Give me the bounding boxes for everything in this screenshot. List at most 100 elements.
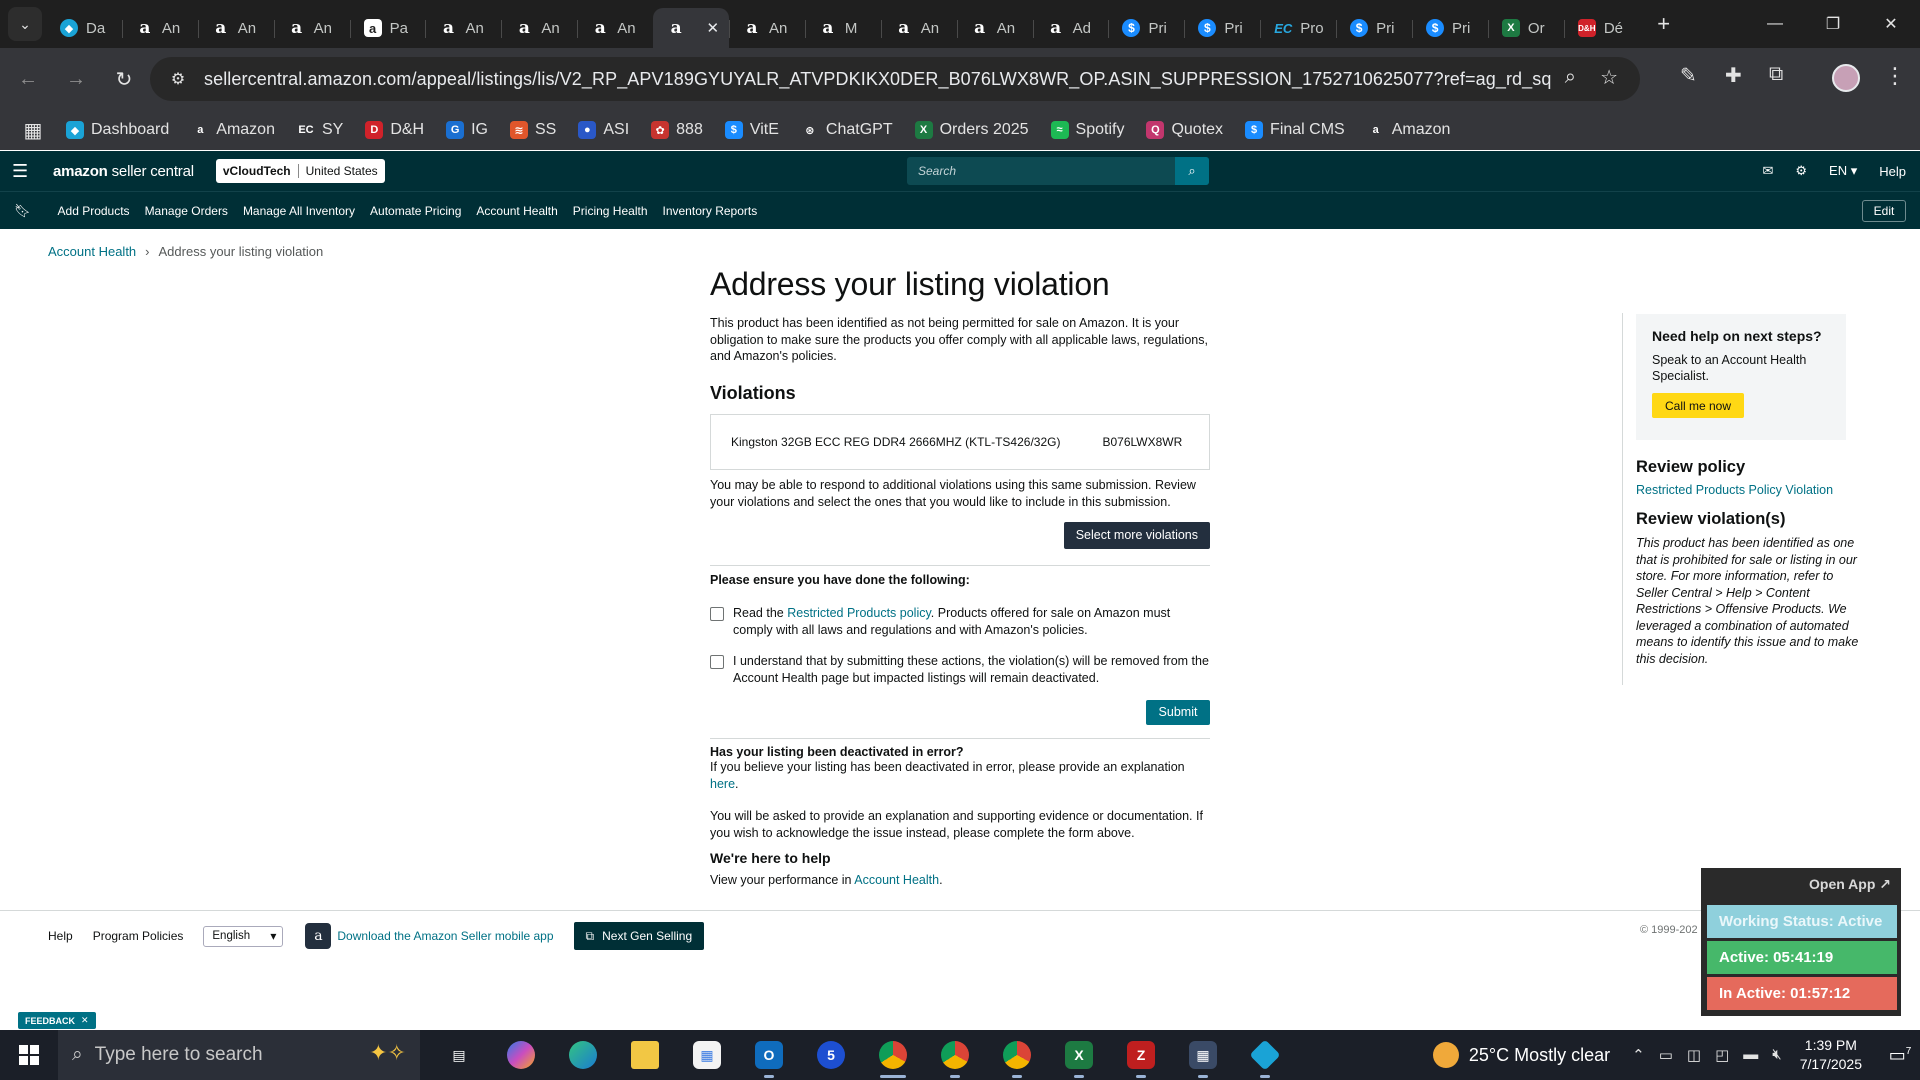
system-clock[interactable]: 1:39 PM 7/17/2025	[1800, 1036, 1862, 1074]
bookmark-item[interactable]: $ Final CMS	[1245, 121, 1345, 139]
filezilla-icon[interactable]: Z	[1110, 1030, 1172, 1080]
battery-icon[interactable]: ▬	[1743, 1046, 1758, 1064]
browser-tab[interactable]: aM	[804, 8, 881, 48]
browser-tab[interactable]: X Or	[1487, 8, 1564, 48]
extension-puzzle-blue-icon[interactable]: ✚	[1725, 63, 1742, 88]
taskbar-search-input[interactable]: Type here to search	[95, 1044, 263, 1066]
browser-tab[interactable]: a An	[121, 8, 198, 48]
browser-tab[interactable]: a Pa	[349, 8, 426, 48]
call-me-now-button[interactable]: Call me now	[1652, 393, 1744, 418]
close-window-icon[interactable]: ✕	[1862, 0, 1920, 48]
tab-search-button[interactable]: ⌄	[8, 7, 42, 41]
submit-button[interactable]: Submit	[1146, 699, 1210, 725]
select-more-violations-button[interactable]: Select more violations	[1063, 521, 1210, 549]
seller-app-icon[interactable]	[1234, 1030, 1296, 1080]
browser-tab[interactable]: a An	[956, 8, 1033, 48]
bookmark-item[interactable]: a Amazon	[191, 121, 275, 139]
browser-tab[interactable]: a An	[273, 8, 350, 48]
footer-language-select[interactable]: English	[203, 925, 284, 947]
copilot-icon[interactable]	[490, 1030, 552, 1080]
breadcrumb-account-health[interactable]: Account Health	[48, 244, 136, 259]
bookmark-item[interactable]: ⊛ ChatGPT	[800, 121, 893, 139]
browser-tab[interactable]: ◆ Da	[46, 8, 122, 48]
back-button[interactable]: ←	[8, 59, 48, 99]
zoom-icon[interactable]: ⌕	[1565, 66, 1576, 89]
hamburger-menu-icon[interactable]: ☰	[12, 161, 30, 182]
chrome-icon[interactable]	[862, 1030, 924, 1080]
gear-icon[interactable]: ⚙	[1795, 163, 1807, 179]
browser-tab[interactable]: $ Pri	[1184, 8, 1260, 48]
restricted-products-policy-link[interactable]: Restricted Products policy	[787, 606, 931, 620]
browser-tab[interactable]: a An	[880, 8, 957, 48]
task-view-icon[interactable]: ▤	[428, 1030, 490, 1080]
footer-help-link[interactable]: Help	[48, 929, 73, 943]
browser-tab[interactable]: a An	[425, 8, 501, 48]
account-health-link[interactable]: Account Health	[854, 873, 939, 887]
chevron-up-icon[interactable]: ⌃	[1632, 1046, 1645, 1064]
browser-tab[interactable]: a An	[197, 8, 274, 48]
extension-feather-icon[interactable]: ✎	[1680, 63, 1697, 88]
browser-menu-icon[interactable]: ⋮	[1884, 63, 1906, 89]
program-policies-link[interactable]: Program Policies	[93, 929, 184, 943]
app-5-icon[interactable]: 5	[800, 1030, 862, 1080]
site-info-icon[interactable]: ⚙	[158, 69, 198, 89]
seller-central-logo[interactable]: amazon seller central	[53, 163, 194, 180]
reload-button[interactable]: ↻	[104, 59, 144, 99]
policy-checkbox[interactable]	[710, 606, 724, 621]
chrome-second-icon[interactable]	[986, 1030, 1048, 1080]
meet-icon[interactable]: ◫	[1687, 1046, 1701, 1064]
excel-icon[interactable]: X	[1048, 1030, 1110, 1080]
nav-link[interactable]: Automate Pricing	[370, 204, 461, 218]
browser-tab[interactable]: a An	[729, 8, 805, 48]
search-button[interactable]: ⌕	[1175, 157, 1209, 185]
download-app-link[interactable]: Download the Amazon Seller mobile app	[337, 929, 553, 943]
open-app-button[interactable]: Open App ↗	[1809, 876, 1891, 893]
bookmark-item[interactable]: X Orders 2025	[914, 121, 1029, 139]
bookmark-item[interactable]: Q Quotex	[1146, 121, 1223, 139]
browser-tab[interactable]: EC Pro	[1260, 8, 1336, 48]
taskbar-search[interactable]: ⌕ Type here to search ✦✧	[58, 1030, 420, 1080]
screen-capture-icon[interactable]: ◰	[1715, 1046, 1729, 1064]
store-selector[interactable]: vCloudTech United States	[215, 159, 385, 183]
policy-violation-link[interactable]: Restricted Products Policy Violation	[1636, 483, 1866, 497]
bookmark-item[interactable]: $ VitE	[724, 121, 779, 139]
restore-icon[interactable]: ❐	[1804, 0, 1862, 48]
nav-link[interactable]: Inventory Reports	[663, 204, 758, 218]
forward-button[interactable]: →	[56, 59, 96, 99]
browser-tab[interactable]: $ Pri	[1108, 8, 1184, 48]
address-bar[interactable]: ⚙ sellercentral.amazon.com/appeal/listin…	[150, 57, 1640, 101]
browser-tab[interactable]: a ✕	[653, 8, 730, 48]
next-gen-selling-button[interactable]: ⧉ Next Gen Selling	[573, 922, 705, 950]
bookmark-item[interactable]: ≈ Spotify	[1050, 121, 1124, 139]
bookmark-item[interactable]: a Amazon	[1366, 121, 1450, 139]
nav-link[interactable]: Pricing Health	[573, 204, 648, 218]
nav-link[interactable]: Account Health	[476, 204, 557, 218]
apps-grid-icon[interactable]: ▦	[20, 117, 46, 143]
url-text[interactable]: sellercentral.amazon.com/appeal/listings…	[204, 69, 1551, 90]
outlook-icon[interactable]: O	[738, 1030, 800, 1080]
nav-link[interactable]: Manage Orders	[145, 204, 228, 218]
store-icon[interactable]: ▦	[676, 1030, 738, 1080]
browser-tab[interactable]: $ Pri	[1336, 8, 1412, 48]
volume-muted-icon[interactable]: 🔇︎	[1772, 1046, 1781, 1064]
mail-icon[interactable]: ✉	[1762, 163, 1773, 179]
amazon-app-icon[interactable]: a	[305, 923, 332, 949]
new-tab-button[interactable]: +	[1646, 6, 1682, 42]
browser-tab[interactable]: a An	[577, 8, 653, 48]
nav-link[interactable]: Add Products	[58, 204, 130, 218]
language-selector[interactable]: EN ▾	[1829, 163, 1857, 179]
help-link[interactable]: Help	[1879, 164, 1906, 179]
minimize-icon[interactable]: —	[1746, 0, 1804, 48]
bookmark-item[interactable]: D D&H	[365, 121, 424, 139]
edge-icon[interactable]	[552, 1030, 614, 1080]
acknowledge-checkbox[interactable]	[710, 654, 724, 669]
bookmark-icon[interactable]: 🔖︎	[14, 203, 31, 219]
display-icon[interactable]: ▭	[1659, 1046, 1673, 1064]
bookmark-item[interactable]: ✿ 888	[651, 121, 703, 139]
extensions-icon[interactable]: ⧉	[1769, 63, 1783, 86]
file-explorer-icon[interactable]	[614, 1030, 676, 1080]
bookmark-item[interactable]: ◆ Dashboard	[66, 121, 169, 139]
close-tab-icon[interactable]: ✕	[706, 19, 719, 37]
edit-nav-button[interactable]: Edit	[1862, 200, 1906, 222]
browser-tab[interactable]: D&H Dé	[1563, 8, 1640, 48]
